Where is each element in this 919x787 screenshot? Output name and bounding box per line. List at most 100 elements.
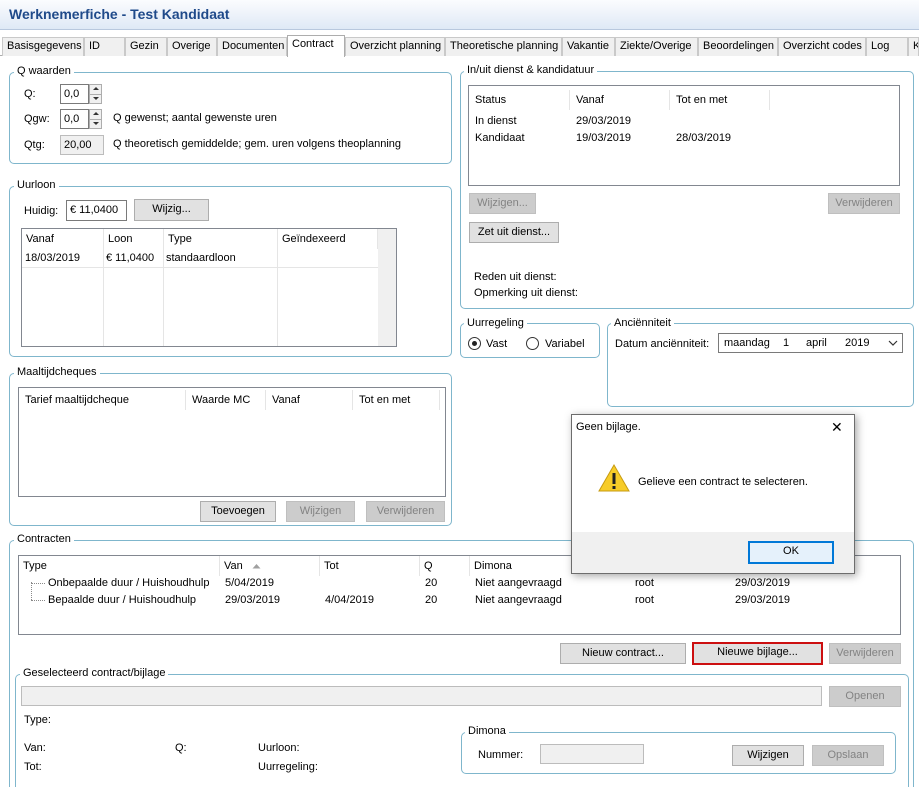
wijzigen-dienst-button[interactable]: Wijzigen... [469,193,536,214]
inuit-dienst-table: Status Vanaf Tot en met In dienst 29/03/… [468,85,900,186]
window-title: Werknemerfiche - Test Kandidaat [9,6,230,22]
column-header-tarief[interactable]: Tarief maaltijdcheque [19,390,186,410]
row-divider [22,267,378,268]
tab-vakantie[interactable]: Vakantie [562,37,615,56]
column-header-vanaf[interactable]: Vanaf [570,90,670,110]
opmerking-uit-dienst-label: Opmerking uit dienst: [474,287,578,299]
q-input[interactable]: 0,0 [60,84,89,104]
cell-van: 29/03/2019 [225,594,281,606]
tab-overzicht-planning[interactable]: Overzicht planning [345,37,445,56]
maaltijdcheques-table: Tarief maaltijdcheque Waarde MC Vanaf To… [18,387,446,497]
qtg-field: 20,00 [60,135,104,155]
column-header-vanaf[interactable]: Vanaf [266,390,353,410]
dialog-footer: OK [572,532,854,573]
cell-van: 5/04/2019 [225,577,274,589]
wijzigen-dimona-button[interactable]: Wijzigen [732,745,804,766]
wijzigen-mc-button[interactable]: Wijzigen [286,501,355,522]
qgw-spinner[interactable] [89,109,102,129]
warning-icon [598,464,630,492]
tab-theoretische-planning[interactable]: Theoretische planning [445,37,562,56]
tab-documenten[interactable]: Documenten [217,37,287,56]
cell-tot: 4/04/2019 [325,594,374,606]
datum-ancienniteit-picker[interactable]: maandag 1 april 2019 [718,333,903,353]
radio-vast[interactable] [468,337,481,350]
openen-button[interactable]: Openen [829,686,901,707]
tab-overige[interactable]: Overige [167,37,217,56]
qtg-description: Q theoretisch gemiddelde; gem. uren volg… [113,138,402,150]
column-header-vanaf[interactable]: Vanaf [22,229,104,249]
table-row[interactable]: Onbepaalde duur / Huishoudhulp 5/04/2019… [19,576,900,593]
zet-uit-dienst-button[interactable]: Zet uit dienst... [469,222,559,243]
tab-basisgegevens[interactable]: Basisgegevens [2,37,84,56]
table-row[interactable]: 18/03/2019 € 11,0400 standaardloon [22,249,378,267]
column-header-status[interactable]: Status [469,90,570,110]
tab-gezin[interactable]: Gezin [125,37,167,56]
spin-up-icon[interactable] [93,87,99,90]
wijzig-uurloon-button[interactable]: Wijzig... [134,199,209,221]
tab-ziekte-overige[interactable]: Ziekte/Overige [615,37,698,56]
dialog-message: Gelieve een contract te selecteren. [638,476,808,488]
tab-beoordelingen[interactable]: Beoordelingen [698,37,778,56]
cell-q: 20 [425,577,438,589]
type-label: Type: [24,714,51,726]
date-day[interactable]: 1 [783,337,789,350]
spin-up-icon[interactable] [93,112,99,115]
uurloon-label: Uurloon: [258,742,300,754]
tab-contract[interactable]: Contract [287,35,345,57]
verwijderen-dienst-button[interactable]: Verwijderen [828,193,900,214]
tot-label: Tot: [24,761,42,773]
verwijderen-contract-button[interactable]: Verwijderen [829,643,901,664]
uurloon-scrollbar[interactable] [378,229,396,346]
opslaan-dimona-button[interactable]: Opslaan [812,745,884,766]
spin-down-icon[interactable] [93,97,99,100]
column-header-q[interactable]: Q [420,556,470,576]
tab-overzicht-codes[interactable]: Overzicht codes [778,37,866,56]
inuit-dienst-title: In/uit dienst & kandidatuur [464,64,598,77]
contracten-title: Contracten [14,533,74,546]
verwijderen-mc-button[interactable]: Verwijderen [366,501,445,522]
column-header-loon[interactable]: Loon [104,229,164,249]
column-header-geindexeerd[interactable]: Geïndexeerd [278,229,378,249]
table-row[interactable]: In dienst 29/03/2019 [469,114,899,130]
column-header-tot-en-met[interactable]: Tot en met [670,90,770,110]
column-header-tot[interactable]: Tot [320,556,420,576]
column-header-van[interactable]: Van [220,556,320,576]
tab-id[interactable]: ID [84,37,125,56]
cell-type: Onbepaalde duur / Huishoudhulp [48,577,210,589]
column-header-tot-en-met[interactable]: Tot en met [353,390,440,410]
ancienniteit-title: Anciënniteit [611,317,674,330]
tab-strip: Basisgegevens ID Gezin Overige Documente… [0,35,919,57]
ok-button[interactable]: OK [748,541,834,564]
tab-log[interactable]: Log [866,37,908,56]
spin-down-icon[interactable] [93,122,99,125]
date-year[interactable]: 2019 [845,337,869,350]
column-header-type[interactable]: Type [164,229,278,249]
nummer-label: Nummer: [478,749,524,761]
variabel-label[interactable]: Variabel [545,338,585,351]
cell-status: Kandidaat [475,132,525,144]
q-label: Q: [175,742,187,754]
close-icon[interactable]: ✕ [831,419,843,435]
uurloon-title: Uurloon [14,179,59,192]
huidig-field: € 11,0400 [66,200,127,221]
column-header-type[interactable]: Type [19,556,220,576]
geselecteerd-title: Geselecteerd contract/bijlage [20,667,169,680]
tab-overflow[interactable]: K [908,37,919,56]
table-row[interactable]: Kandidaat 19/03/2019 28/03/2019 [469,131,899,147]
toevoegen-button[interactable]: Toevoegen [200,501,276,522]
table-row[interactable]: Bepaalde duur / Huishoudhulp 29/03/2019 … [19,593,900,610]
qgw-input[interactable]: 0,0 [60,109,89,129]
date-weekday[interactable]: maandag [724,337,770,350]
radio-variabel[interactable] [526,337,539,350]
chevron-down-icon[interactable] [888,340,898,346]
date-month[interactable]: april [806,337,827,350]
cell-type: Bepaalde duur / Huishoudhulp [48,594,197,606]
nieuwe-bijlage-button[interactable]: Nieuwe bijlage... [692,642,823,665]
nieuw-contract-button[interactable]: Nieuw contract... [560,643,686,664]
q-label: Q: [24,88,36,100]
vast-label[interactable]: Vast [486,338,507,351]
q-spinner[interactable] [89,84,102,104]
column-header-waarde[interactable]: Waarde MC [186,390,266,410]
cell-vanaf: 29/03/2019 [576,115,632,127]
dialog-title: Geen bijlage. [576,421,641,433]
